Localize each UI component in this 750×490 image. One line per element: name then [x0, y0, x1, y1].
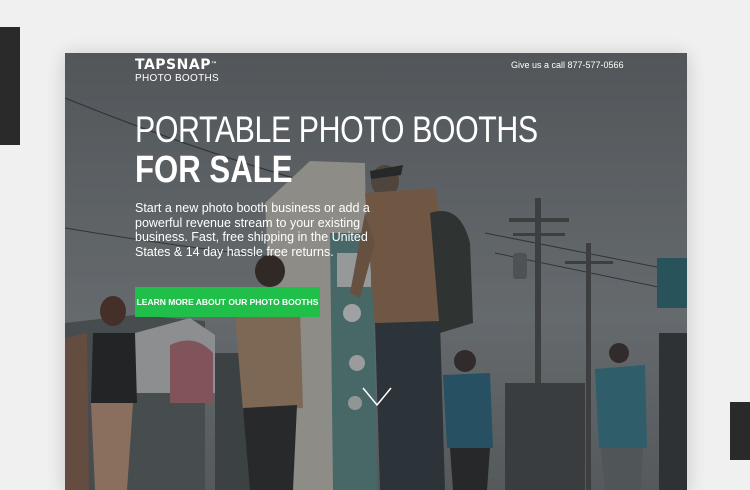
- phone-link[interactable]: Give us a call 877-577-0566: [511, 60, 624, 70]
- headline-line-2: FOR SALE: [135, 149, 293, 191]
- brand-logo[interactable]: TAPSNAP™ PHOTO BOOTHS: [135, 57, 219, 84]
- brand-trademark: ™: [210, 61, 218, 68]
- learn-more-button[interactable]: LEARN MORE ABOUT OUR PHOTO BOOTHS: [135, 287, 320, 317]
- brand-subtitle: PHOTO BOOTHS: [135, 73, 219, 84]
- hero-section: TAPSNAP™ PHOTO BOOTHS Give us a call 877…: [65, 53, 687, 490]
- headline-line-1: PORTABLE PHOTO BOOTHS: [135, 109, 538, 150]
- right-edge-block: [730, 402, 750, 460]
- chevron-down-icon[interactable]: [362, 386, 392, 408]
- hero-description: Start a new photo booth business or add …: [135, 201, 370, 259]
- left-edge-block: [0, 27, 20, 145]
- brand-name: TAPSNAP: [135, 57, 211, 73]
